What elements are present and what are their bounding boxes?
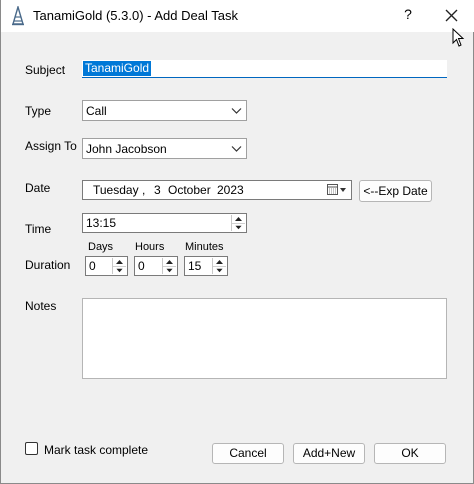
assign-to-label: Assign To	[25, 139, 77, 153]
spin-down-icon[interactable]	[163, 266, 176, 274]
mark-complete-label[interactable]: Mark task complete	[44, 443, 148, 457]
subject-value: TanamiGold	[83, 61, 152, 76]
subject-label: Subject	[25, 63, 66, 77]
spin-up-icon[interactable]	[213, 258, 226, 266]
date-separator: ,	[142, 183, 146, 197]
close-icon	[445, 9, 458, 22]
spin-down-icon[interactable]	[232, 223, 245, 231]
date-month[interactable]: October	[168, 183, 211, 197]
date-year[interactable]: 2023	[217, 183, 244, 197]
assign-to-value: John Jacobson	[86, 142, 167, 156]
days-spinner[interactable]	[112, 258, 126, 274]
days-label: Days	[88, 241, 114, 253]
chevron-down-icon	[231, 108, 242, 114]
duration-label: Duration	[25, 258, 71, 272]
assign-to-dropdown[interactable]: John Jacobson	[82, 138, 247, 159]
window-title: TanamiGold (5.3.0) - Add Deal Task	[33, 8, 238, 23]
date-day[interactable]: 3	[154, 183, 161, 197]
notes-label: Notes	[25, 299, 57, 313]
date-picker[interactable]: Tuesday , 3 October 2023	[82, 180, 352, 200]
days-stepper[interactable]: 0	[85, 256, 128, 276]
spin-up-icon[interactable]	[232, 215, 245, 223]
type-dropdown[interactable]: Call	[82, 100, 247, 121]
type-label: Type	[25, 104, 52, 118]
mouse-cursor-icon	[452, 27, 466, 48]
exp-date-button[interactable]: <--Exp Date	[359, 180, 432, 202]
time-input[interactable]: 13:15	[82, 213, 247, 233]
hours-label: Hours	[135, 241, 165, 253]
spin-up-icon[interactable]	[113, 258, 126, 266]
close-button[interactable]	[438, 4, 464, 28]
ok-button[interactable]: OK	[374, 443, 446, 464]
spin-down-icon[interactable]	[213, 266, 226, 274]
add-new-button[interactable]: Add+New	[293, 443, 365, 464]
days-value: 0	[89, 259, 96, 273]
date-label: Date	[25, 181, 51, 195]
dialog-window: TanamiGold (5.3.0) - Add Deal Task ? Sub…	[0, 0, 474, 484]
title-bar: TanamiGold (5.3.0) - Add Deal Task ?	[1, 0, 474, 47]
calendar-dropdown-icon[interactable]	[327, 183, 347, 197]
minutes-stepper[interactable]: 15	[184, 256, 228, 276]
hours-stepper[interactable]: 0	[134, 256, 178, 276]
chevron-down-icon	[231, 146, 242, 152]
spin-down-icon[interactable]	[113, 266, 126, 274]
date-weekday[interactable]: Tuesday	[93, 183, 139, 197]
notes-textarea[interactable]	[82, 298, 447, 379]
minutes-label: Minutes	[185, 241, 224, 253]
time-label: Time	[25, 222, 52, 236]
minutes-value: 15	[188, 259, 202, 273]
type-value: Call	[86, 104, 107, 118]
subject-input[interactable]: TanamiGold	[82, 60, 447, 78]
mark-complete-checkbox[interactable]	[25, 442, 38, 455]
hours-spinner[interactable]	[162, 258, 176, 274]
time-spinner[interactable]	[231, 215, 245, 231]
time-value: 13:15	[86, 216, 117, 230]
minutes-spinner[interactable]	[212, 258, 226, 274]
cancel-button[interactable]: Cancel	[212, 443, 284, 464]
hours-value: 0	[138, 259, 145, 273]
app-logo-icon	[9, 4, 27, 26]
spin-up-icon[interactable]	[163, 258, 176, 266]
help-button[interactable]: ?	[399, 6, 417, 26]
